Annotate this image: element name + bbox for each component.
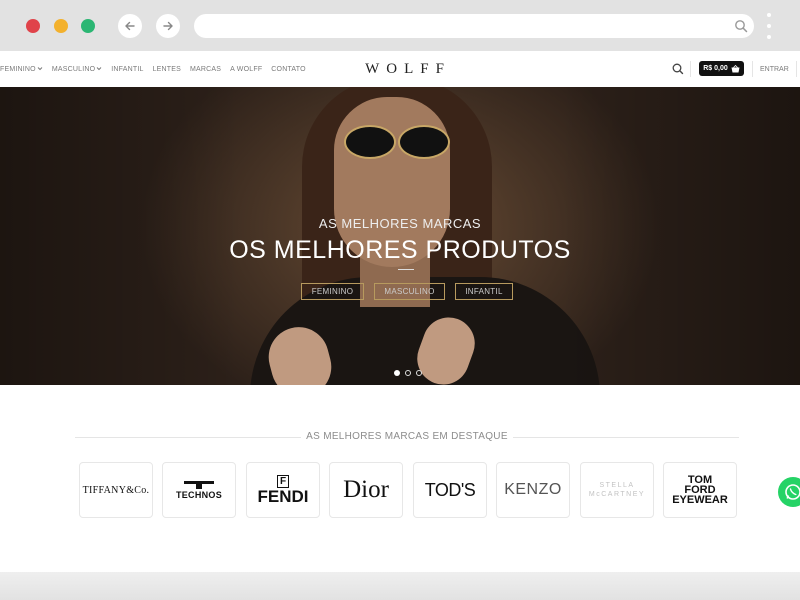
hero-divider: [398, 269, 414, 270]
menu-item-a-wolff[interactable]: A WOLFF: [230, 66, 262, 73]
whatsapp-button[interactable]: [778, 477, 800, 507]
back-button[interactable]: [118, 14, 142, 38]
menu-item-contato[interactable]: CONTATO: [271, 66, 305, 73]
header-divider: [690, 61, 691, 77]
hero-button-infantil[interactable]: INFANTIL: [455, 283, 513, 300]
forward-button[interactable]: [156, 14, 180, 38]
featured-brands-section: AS MELHORES MARCAS EM DESTAQUE TIFFANY&C…: [0, 385, 800, 572]
search-icon[interactable]: [734, 19, 748, 33]
chevron-down-icon: [37, 66, 43, 70]
next-section-preview: [0, 572, 800, 600]
hero-content: AS MELHORES MARCAS OS MELHORES PRODUTOS …: [0, 87, 800, 385]
menu-item-marcas[interactable]: MARCAS: [190, 66, 221, 73]
maximize-window-button[interactable]: [81, 19, 95, 33]
browser-menu-icon[interactable]: [766, 13, 772, 39]
brand-tiffany[interactable]: TIFFANY&Co.: [79, 462, 153, 518]
whatsapp-icon: [785, 484, 800, 500]
arrow-right-icon: [163, 21, 173, 31]
site-logo[interactable]: WOLFF: [340, 51, 476, 87]
close-window-button[interactable]: [26, 19, 40, 33]
brand-technos[interactable]: TECHNOS: [162, 462, 236, 518]
basket-icon: [731, 64, 740, 72]
chevron-down-icon: [96, 66, 102, 70]
main-menu: FEMININO MASCULINO INFANTIL LENTES MARCA…: [0, 51, 306, 87]
hero-kicker: AS MELHORES MARCAS: [318, 216, 482, 231]
brand-kenzo[interactable]: KENZO: [496, 462, 570, 518]
hero-button-feminino[interactable]: FEMININO: [301, 283, 364, 300]
fendi-monogram-icon: F: [276, 474, 290, 488]
brand-tom-ford[interactable]: TOM FORD EYEWEAR: [663, 462, 737, 518]
slide-dot-1[interactable]: [394, 370, 400, 376]
slide-dot-2[interactable]: [405, 370, 411, 376]
menu-item-lentes[interactable]: LENTES: [153, 66, 181, 73]
section-divider: [513, 437, 739, 438]
cart-button[interactable]: R$ 0,00: [699, 61, 744, 76]
login-link[interactable]: ENTRAR: [760, 51, 789, 87]
brand-label: Dior: [343, 476, 389, 503]
hero-headline: OS MELHORES PRODUTOS: [229, 236, 571, 264]
brand-tods[interactable]: TOD'S: [413, 462, 487, 518]
header-divider: [752, 61, 753, 77]
menu-item-masculino[interactable]: MASCULINO: [52, 66, 102, 73]
brand-label: FENDI: [257, 486, 309, 506]
site-search-icon[interactable]: [671, 62, 685, 76]
menu-item-label: MASCULINO: [51, 65, 96, 73]
address-bar[interactable]: [194, 14, 754, 38]
menu-item-feminino[interactable]: FEMININO: [0, 66, 43, 73]
slide-dot-3[interactable]: [416, 370, 422, 376]
brand-fendi[interactable]: F FENDI: [246, 462, 320, 518]
cart-total: R$ 0,00: [703, 65, 728, 72]
brand-label: TIFFANY&Co.: [82, 484, 150, 496]
hero-slider: AS MELHORES MARCAS OS MELHORES PRODUTOS …: [0, 87, 800, 385]
brand-label: TOD'S: [424, 479, 476, 500]
brand-label: KENZO: [504, 481, 562, 498]
hero-button-masculino[interactable]: MASCULINO: [374, 283, 445, 300]
menu-item-infantil[interactable]: INFANTIL: [111, 66, 143, 73]
brand-label: TECHNOS: [175, 489, 223, 500]
menu-item-label: FEMININO: [0, 65, 36, 73]
site-header: FEMININO MASCULINO INFANTIL LENTES MARCA…: [0, 51, 800, 87]
header-divider: [796, 61, 797, 77]
browser-toolbar: [0, 0, 800, 51]
brand-label: STELLA McCARTNEY: [588, 482, 646, 498]
brand-stella-mccartney[interactable]: STELLA McCARTNEY: [580, 462, 654, 518]
technos-logo-icon: [184, 480, 214, 489]
arrow-left-icon: [125, 21, 135, 31]
brand-label: TOM FORD EYEWEAR: [672, 474, 728, 506]
brand-dior[interactable]: Dior: [329, 462, 403, 518]
minimize-window-button[interactable]: [54, 19, 68, 33]
